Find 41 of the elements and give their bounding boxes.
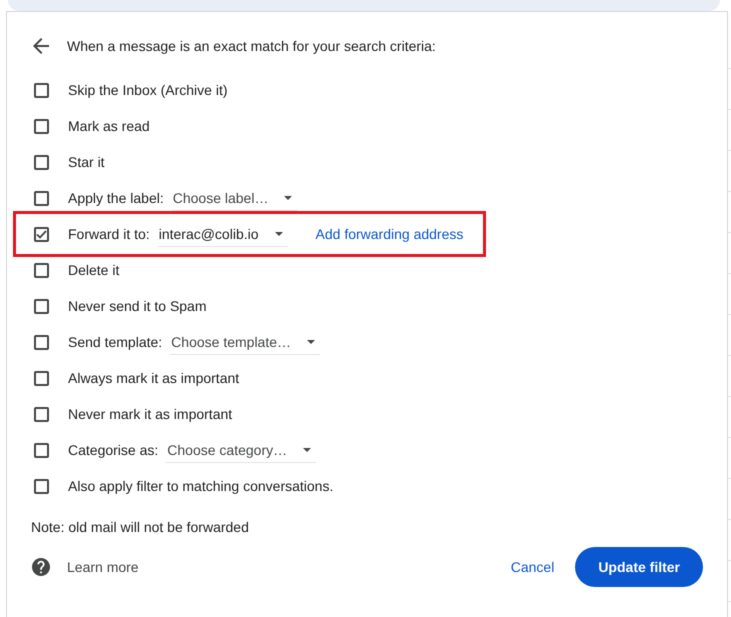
checkbox[interactable]	[34, 190, 49, 206]
checkbox[interactable]	[34, 406, 49, 422]
help-icon[interactable]	[32, 558, 50, 576]
option-label: Categorise as:	[68, 442, 158, 458]
option-label: Never mark it as important	[68, 406, 232, 422]
caret-icon	[303, 448, 312, 452]
checkbox[interactable]	[34, 334, 49, 350]
caret-icon	[274, 232, 283, 236]
checkbox[interactable]	[34, 370, 49, 386]
checkbox[interactable]	[34, 262, 49, 278]
dropdown-field[interactable]: Choose category…	[166, 438, 316, 462]
text-button[interactable]: Cancel	[498, 547, 566, 587]
dropdown-field[interactable]: interac@colib.io	[158, 222, 288, 246]
learn-more-link[interactable]: Learn more	[67, 559, 139, 575]
option-label: Delete it	[68, 262, 120, 278]
option-label: Also apply filter to matching conversations.	[68, 478, 334, 494]
option-label: Skip the Inbox (Archive it)	[68, 82, 228, 98]
checkbox[interactable]	[34, 478, 49, 494]
note-text: Note: old mail will not be forwarded	[30, 519, 249, 535]
option-label: Send template:	[68, 334, 162, 350]
option-label: Never send it to Spam	[68, 298, 207, 314]
dropdown-field[interactable]: Choose label…	[172, 186, 298, 210]
option-label: Apply the label:	[68, 190, 164, 206]
checkbox[interactable]	[34, 298, 49, 314]
criteria-heading: When a message is an exact match for your search criteria:	[67, 38, 436, 54]
back-arrow-icon[interactable]	[33, 38, 49, 54]
primary-button[interactable]: Update filter	[575, 547, 703, 587]
option-label: Mark as read	[68, 118, 150, 134]
checkbox[interactable]	[34, 226, 49, 242]
checkmark-icon	[36, 230, 47, 238]
checkbox[interactable]	[34, 442, 49, 458]
checkbox[interactable]	[34, 118, 49, 134]
option-label: Forward it to:	[68, 226, 150, 242]
caret-icon	[307, 340, 316, 344]
add-address-link[interactable]: Add forwarding address	[316, 226, 464, 242]
checkbox[interactable]	[34, 82, 49, 98]
checkbox[interactable]	[34, 154, 49, 170]
option-label: Star it	[68, 154, 105, 170]
caret-icon	[284, 196, 292, 200]
option-label: Always mark it as important	[68, 370, 240, 386]
dropdown-field[interactable]: Choose template…	[170, 330, 320, 354]
